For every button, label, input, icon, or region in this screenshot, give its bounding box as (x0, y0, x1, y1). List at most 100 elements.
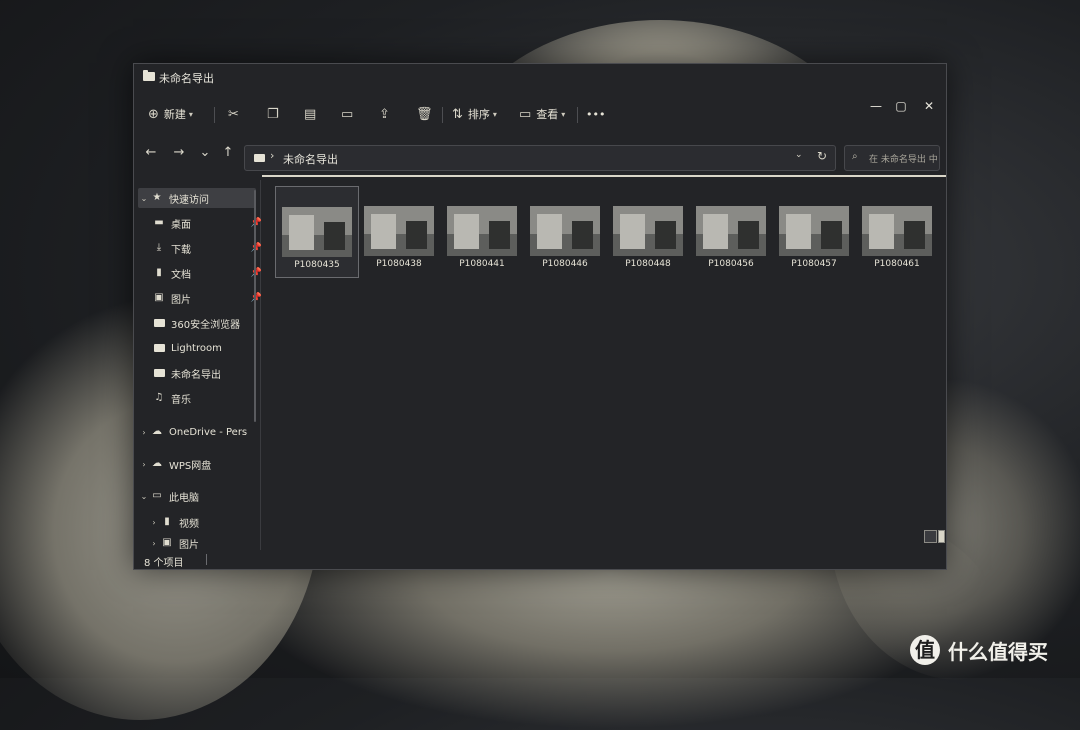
forward-button[interactable]: → (170, 144, 188, 162)
sidebar-item-documents[interactable]: ▮ 文档 📌 (152, 263, 270, 283)
rename-button[interactable]: ▭ (341, 102, 358, 126)
breadcrumb-separator: › (270, 149, 275, 162)
sidebar-item-pictures[interactable]: ▣ 图片 📌 (152, 288, 270, 308)
video-icon: ▮ (164, 516, 170, 527)
sidebar-item-downloads[interactable]: ⤓ 下载 📌 (152, 238, 270, 258)
sidebar-item-label: 视频 (179, 518, 199, 530)
file-tile[interactable]: P1080461 (856, 186, 938, 276)
file-tile[interactable]: P1080435 (275, 186, 359, 278)
image-thumbnail (364, 206, 434, 256)
image-thumbnail (862, 206, 932, 256)
details-view-button[interactable] (924, 530, 937, 543)
sidebar-item-desktop[interactable]: ▬ 桌面 📌 (152, 213, 270, 233)
sidebar-item-label: 桌面 (171, 219, 191, 231)
file-tile[interactable]: P1080441 (441, 186, 523, 276)
sidebar-item-label: 快速访问 (169, 194, 209, 206)
back-button[interactable]: ← (142, 144, 160, 162)
file-name: P1080457 (791, 259, 837, 269)
file-tile[interactable]: P1080446 (524, 186, 606, 276)
chevron-down-icon: ▾ (561, 109, 566, 119)
cut-icon: ✂ (228, 106, 239, 122)
status-bar: 8 个项目 (134, 530, 946, 569)
file-name: P1080448 (625, 259, 671, 269)
cloud-icon: ☁ (152, 458, 162, 469)
search-input[interactable]: ⌕ 在 未命名导出 中... (844, 145, 940, 171)
sidebar-item-videos[interactable]: › ▮ 视频 (148, 512, 266, 532)
up-button[interactable]: ↑ (219, 144, 237, 162)
refresh-button[interactable]: ↻ (817, 149, 827, 163)
chevron-right-icon: › (152, 517, 156, 527)
tiles-view-button[interactable] (938, 530, 945, 543)
sidebar-item-wps[interactable]: › ☁ WPS网盘 (138, 454, 256, 474)
image-thumbnail (696, 206, 766, 256)
title-bar[interactable]: 未命名导出 (134, 64, 946, 92)
search-placeholder: 在 未命名导出 中... (869, 155, 937, 165)
file-explorer-window: 未命名导出 — ▢ ✕ ⊕ 新建 ▾ ✂ ❐ ▤ ▭ ⇪ 🗑 ⇅ 排序 ▾ ▭ … (133, 63, 947, 570)
file-tile[interactable]: P1080438 (358, 186, 440, 276)
sidebar-item-label: OneDrive - Pers (169, 426, 248, 438)
sidebar-item-this-pc[interactable]: ⌄ ▭ 此电脑 (138, 486, 256, 506)
address-history-button[interactable]: ⌄ (795, 150, 803, 160)
delete-button[interactable]: 🗑 (416, 102, 438, 126)
address-bar[interactable]: › 未命名导出 ⌄ (244, 145, 836, 171)
sidebar-item-label: 360安全浏览器 (171, 319, 241, 331)
file-list: P1080435 P1080438 P1080441 P1080446 P108… (262, 180, 946, 550)
sidebar-item-quick-access[interactable]: ⌄ ★ 快速访问 (138, 188, 256, 208)
cloud-icon: ☁ (152, 426, 162, 437)
sidebar-item-music[interactable]: ♫ 音乐 (152, 388, 270, 408)
recent-locations-button[interactable]: ⌄ (196, 144, 214, 162)
sidebar-item-label: 音乐 (171, 394, 191, 406)
sidebar-item-pictures-pc[interactable]: › ▣ 图片 (148, 536, 266, 550)
pictures-icon: ▣ (154, 292, 164, 303)
more-button[interactable]: ••• (586, 102, 605, 126)
copy-button[interactable]: ❐ (267, 102, 284, 126)
image-thumbnail (779, 206, 849, 256)
sort-icon: ⇅ (452, 106, 463, 122)
pin-icon: 📌 (250, 243, 262, 253)
sidebar-item-360-browser[interactable]: 360安全浏览器 (152, 313, 270, 333)
breadcrumb[interactable]: 未命名导出 (283, 151, 338, 167)
pictures-icon: ▣ (162, 537, 172, 548)
computer-icon: ▭ (152, 490, 162, 501)
folder-icon (143, 70, 155, 81)
file-tile[interactable]: P1080456 (690, 186, 772, 276)
image-thumbnail (530, 206, 600, 256)
site-logo: 值 (910, 635, 940, 665)
file-tile[interactable]: P1080448 (607, 186, 689, 276)
file-name: P1080441 (459, 259, 505, 269)
sort-button[interactable]: ⇅ 排序 ▾ (452, 102, 497, 126)
paste-button[interactable]: ▤ (304, 102, 321, 126)
image-thumbnail (282, 207, 352, 257)
sidebar-item-lightroom[interactable]: Lightroom (152, 338, 270, 358)
file-tile[interactable]: P1080457 (773, 186, 855, 276)
folder-icon (152, 317, 166, 329)
chevron-right-icon: › (152, 538, 156, 548)
file-name: P1080461 (874, 259, 920, 269)
folder-icon (152, 342, 166, 354)
chevron-down-icon: ▾ (188, 109, 193, 119)
document-icon: ▮ (156, 267, 162, 278)
star-icon: ★ (152, 192, 162, 203)
folder-icon (254, 154, 265, 162)
navigation-pane: ⌄ ★ 快速访问 ▬ 桌面 📌 ⤓ 下载 📌 ▮ 文档 📌 ▣ 图片 📌 360… (134, 180, 262, 550)
rename-icon: ▭ (341, 106, 354, 122)
sidebar-item-label: 未命名导出 (171, 369, 221, 381)
cut-button[interactable]: ✂ (228, 102, 244, 126)
search-icon: ⌕ (852, 151, 858, 162)
window-title: 未命名导出 (159, 72, 214, 85)
image-thumbnail (613, 206, 683, 256)
desktop-icon: ▬ (154, 217, 164, 228)
view-icon: ▭ (519, 106, 532, 122)
copy-icon: ❐ (267, 106, 279, 122)
share-button[interactable]: ⇪ (379, 102, 395, 126)
sidebar-item-unnamed-export[interactable]: 未命名导出 (152, 363, 270, 383)
new-button[interactable]: ⊕ 新建 ▾ (148, 102, 193, 126)
sidebar-scrollbar[interactable] (254, 190, 256, 422)
command-bar: ⊕ 新建 ▾ ✂ ❐ ▤ ▭ ⇪ 🗑 ⇅ 排序 ▾ ▭ 查看 ▾ ••• (134, 92, 946, 136)
sidebar-item-onedrive[interactable]: › ☁ OneDrive - Pers (138, 422, 256, 442)
sidebar-item-label: WPS网盘 (169, 460, 212, 472)
view-button[interactable]: ▭ 查看 ▾ (519, 102, 565, 126)
pin-icon: 📌 (250, 293, 262, 303)
chevron-down-icon: ⌄ (140, 193, 148, 203)
folder-icon (152, 367, 166, 379)
